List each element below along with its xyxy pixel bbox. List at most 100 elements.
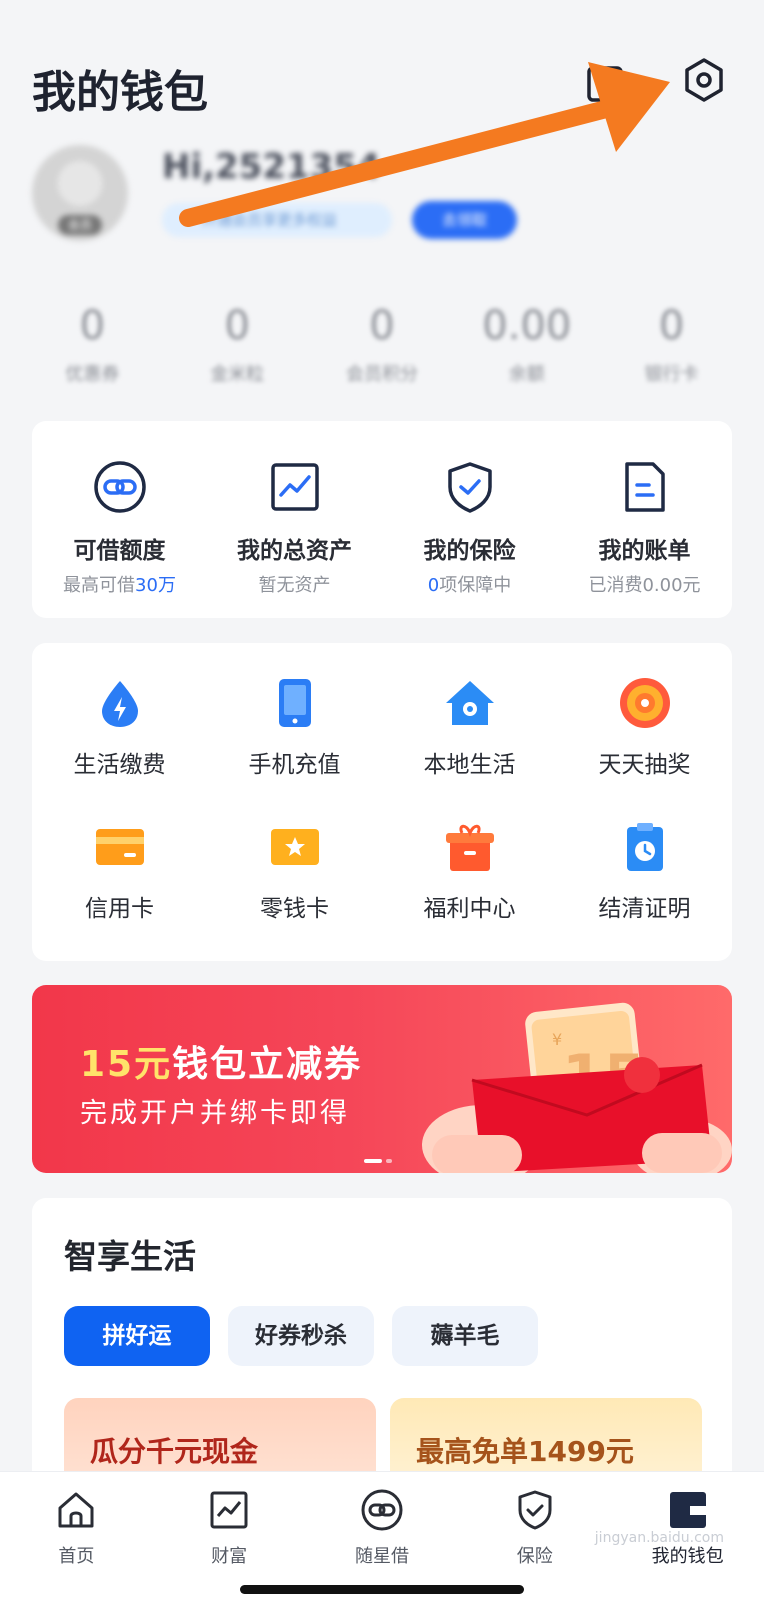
watermark: jingyan.baidu.com [594, 1530, 724, 1546]
wallet-icon [669, 1492, 706, 1528]
finance-title: 我的账单 [598, 538, 691, 564]
nav-loan[interactable]: 随星借 [306, 1488, 459, 1568]
service-label: 天天抽奖 [598, 752, 691, 778]
nav-insurance[interactable]: 保险 [458, 1488, 611, 1568]
stat-label: 余额 [508, 364, 545, 385]
promo-banner[interactable]: 15元钱包立减券 完成开户并绑卡即得 ¥ 15 [32, 985, 732, 1173]
stat-balance[interactable]: 0.00 余额 [454, 300, 599, 395]
smart-life-card: 智享生活 拼好运 好券秒杀 薅羊毛 瓜分千元现金 最高免单1499元 [32, 1198, 732, 1498]
greeting: Hi,2521354 [162, 147, 381, 187]
lottery-wheel-icon [619, 678, 670, 728]
service-phone-topup[interactable]: 手机充值 [207, 675, 382, 779]
avatar-tag: 会员 [58, 215, 102, 235]
water-drop-icon [101, 681, 138, 727]
services-card: 生活缴费 手机充值 本地生活 天天抽奖 信用卡 零钱卡 福利中心 结清证明 [32, 643, 732, 961]
stat-coupons[interactable]: 0 优惠券 [20, 300, 165, 395]
home-indicator [240, 1585, 524, 1594]
credit-link-icon [93, 461, 146, 513]
member-pill[interactable]: 开通会员享更多权益 [162, 203, 392, 237]
sub-highlight: 30万 [135, 575, 176, 596]
finance-title: 可借额度 [73, 538, 166, 564]
service-change-card[interactable]: 零钱卡 [207, 819, 382, 923]
clipboard-clock-icon [626, 823, 663, 871]
claim-button[interactable]: 去领取 [412, 201, 517, 239]
message-icon[interactable] [585, 64, 625, 104]
stat-label: 优惠券 [65, 364, 120, 385]
stat-label: 会员积分 [345, 364, 418, 385]
settings-hexagon-icon[interactable] [680, 56, 728, 104]
service-label: 本地生活 [423, 752, 516, 778]
wealth-chart-icon [210, 1491, 248, 1529]
stat-label: 金米粒 [210, 364, 265, 385]
carousel-dot-active [364, 1159, 382, 1163]
nav-wealth[interactable]: 财富 [153, 1488, 306, 1568]
nav-wallet[interactable]: 我的钱包 [611, 1488, 764, 1568]
home-icon [58, 1492, 94, 1528]
finance-subtitle: 0项保障中 [382, 571, 557, 597]
service-life-payment[interactable]: 生活缴费 [32, 675, 207, 779]
avatar[interactable]: 会员 [32, 145, 128, 241]
gift-box-icon [445, 824, 494, 871]
finance-title: 我的保险 [423, 538, 516, 564]
finance-item-credit[interactable]: 可借额度 最高可借30万 [32, 459, 207, 618]
sub-prefix: 最高可借 [63, 575, 136, 596]
header: 我的钱包 [0, 40, 764, 120]
service-welfare-center[interactable]: 福利中心 [382, 819, 557, 923]
service-label: 零钱卡 [260, 896, 329, 922]
service-local-life[interactable]: 本地生活 [382, 675, 557, 779]
phone-icon [278, 679, 311, 727]
coupon-currency: ¥ [552, 1030, 562, 1049]
stat-value: 0 [224, 303, 250, 349]
stat-value: 0 [369, 303, 395, 349]
life-tabs: 拼好运 好券秒杀 薅羊毛 [64, 1306, 538, 1366]
insurance-shield-icon [447, 462, 492, 513]
nav-home[interactable]: 首页 [0, 1488, 153, 1568]
finance-card: 可借额度 最高可借30万 我的总资产 暂无资产 我的保险 0项保障中 我的账单 … [32, 421, 732, 618]
banner-subtitle: 完成开户并绑卡即得 [80, 1098, 350, 1129]
finance-subtitle: 已消费0.00元 [588, 575, 701, 596]
loan-link-icon [361, 1489, 403, 1531]
stats-row: 0 优惠券 0 金米粒 0 会员积分 0.00 余额 0 银行卡 [20, 300, 744, 395]
assets-chart-icon [270, 463, 319, 511]
stat-label: 银行卡 [644, 364, 699, 385]
tab-coupon-flash[interactable]: 好券秒杀 [228, 1306, 374, 1366]
stat-rice[interactable]: 0 金米粒 [165, 300, 310, 395]
finance-item-assets[interactable]: 我的总资产 暂无资产 [207, 459, 382, 618]
finance-subtitle: 暂无资产 [258, 575, 331, 596]
service-label: 福利中心 [423, 896, 516, 922]
tab-lucky-group[interactable]: 拼好运 [64, 1306, 210, 1366]
service-label: 手机充值 [248, 752, 341, 778]
credit-card-icon [95, 829, 144, 865]
finance-item-bill[interactable]: 我的账单 已消费0.00元 [557, 459, 732, 618]
carousel-indicator [364, 1148, 392, 1167]
service-label: 生活缴费 [73, 752, 166, 778]
nav-label: 首页 [58, 1546, 95, 1567]
stat-value: 0.00 [482, 303, 572, 349]
nav-label: 保险 [516, 1546, 553, 1567]
banner-title-rest: 钱包立减券 [172, 1044, 363, 1085]
services-grid: 生活缴费 手机充值 本地生活 天天抽奖 信用卡 零钱卡 福利中心 结清证明 [32, 675, 732, 923]
stat-value: 0 [79, 303, 106, 349]
finance-item-insurance[interactable]: 我的保险 0项保障中 [382, 459, 557, 618]
profile-section[interactable]: 会员 Hi,2521354 开通会员享更多权益 去领取 [32, 145, 732, 245]
page-title: 我的钱包 [32, 67, 208, 118]
finance-title: 我的总资产 [237, 538, 352, 564]
service-settlement-proof[interactable]: 结清证明 [557, 819, 732, 923]
stat-value: 0 [658, 303, 685, 349]
nav-label: 财富 [211, 1546, 248, 1567]
sub-highlight: 0 [427, 575, 440, 596]
banner-title: 15元钱包立减券 [80, 1035, 362, 1087]
service-credit-card[interactable]: 信用卡 [32, 819, 207, 923]
finance-subtitle: 最高可借30万 [32, 571, 207, 597]
section-title: 智享生活 [64, 1237, 196, 1276]
carousel-dot [386, 1159, 392, 1163]
home-location-icon [445, 681, 494, 725]
service-label: 结清证明 [598, 896, 691, 922]
service-label: 信用卡 [85, 896, 154, 922]
service-lottery[interactable]: 天天抽奖 [557, 675, 732, 779]
banner-title-highlight: 15元 [80, 1044, 173, 1085]
stat-bankcards[interactable]: 0 银行卡 [599, 300, 744, 395]
stat-points[interactable]: 0 会员积分 [310, 300, 455, 395]
tab-freebies[interactable]: 薅羊毛 [392, 1306, 538, 1366]
nav-label: 随星借 [354, 1546, 409, 1567]
